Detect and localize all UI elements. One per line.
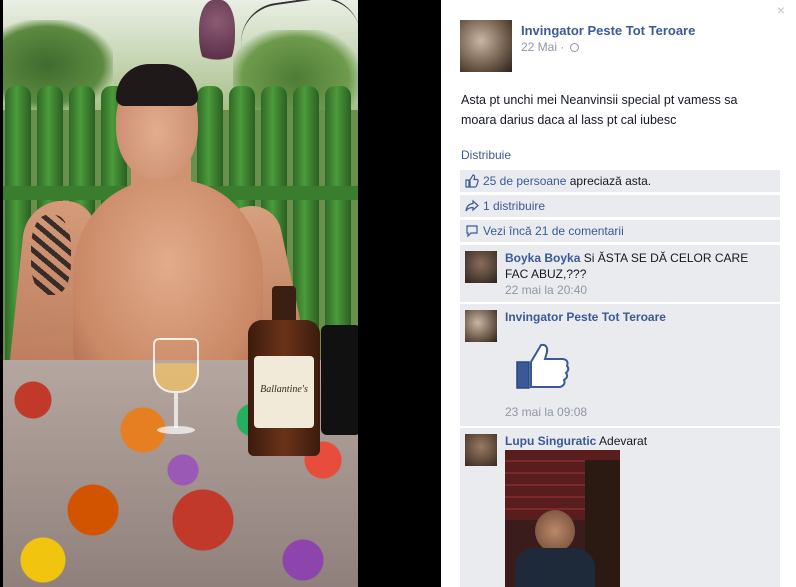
close-icon[interactable]: ×: [774, 3, 788, 17]
author-avatar[interactable]: [460, 20, 512, 72]
commenter-avatar[interactable]: [465, 434, 497, 466]
commenter-avatar[interactable]: [465, 310, 497, 342]
thumbs-up-icon: [465, 174, 479, 188]
post-photo[interactable]: Ballantine's: [3, 0, 358, 587]
share-arrow-icon: [465, 199, 479, 212]
post-panel: Invingator Peste Tot Teroare 22 Mai · As…: [441, 0, 796, 587]
comment-body: Invingator Peste Tot Teroare: [505, 309, 773, 325]
post-meta: 22 Mai ·: [521, 40, 579, 54]
comment-body: Lupu Singuratic Adevarat: [505, 433, 773, 449]
commenter-avatar[interactable]: [465, 251, 497, 283]
commenter-name-link[interactable]: Boyka Boyka: [505, 251, 580, 265]
meta-separator: ·: [557, 40, 568, 54]
share-button[interactable]: Distribuie: [461, 148, 511, 162]
commenter-name-link[interactable]: Invingator Peste Tot Teroare: [505, 310, 666, 324]
comment-item: Invingator Peste Tot Teroare 23 mai la 0…: [460, 304, 780, 426]
like-sticker-icon: [516, 343, 570, 389]
commenter-name-link[interactable]: Lupu Singuratic: [505, 434, 596, 448]
author-name-link[interactable]: Invingator Peste Tot Teroare: [521, 23, 695, 38]
comment-text: Adevarat: [596, 434, 648, 448]
photo-glass: [153, 338, 199, 438]
post-header: Invingator Peste Tot Teroare 22 Mai ·: [460, 20, 780, 75]
comment-item: Lupu Singuratic Adevarat: [460, 428, 780, 587]
likes-text: 25 de persoane apreciază asta.: [483, 170, 651, 192]
comment-timestamp[interactable]: 22 mai la 20:40: [505, 283, 587, 297]
post-text: Asta pt unchi mei Neanvinsii special pt …: [461, 93, 738, 127]
likes-row: 25 de persoane apreciază asta.: [460, 170, 780, 192]
likes-suffix: apreciază asta.: [566, 174, 652, 188]
comment-bubble-icon: [466, 225, 478, 238]
photo-tattoo: [31, 215, 71, 295]
shares-row: 1 distribuire: [460, 195, 780, 217]
bottle-label: Ballantine's: [254, 356, 314, 428]
view-more-comments-link[interactable]: Vezi încă 21 de comentarii: [483, 220, 624, 242]
photo-grapes: [199, 0, 235, 72]
photo-bottle: Ballantine's: [248, 286, 320, 456]
photo-viewer-stage: Ballantine's: [0, 0, 440, 587]
post-date[interactable]: 22 Mai: [521, 40, 557, 54]
comment-body: Boyka Boyka Si ĂSTA SE DĂ CELOR CARE FAC…: [505, 250, 773, 282]
comment-item: Boyka Boyka Si ĂSTA SE DĂ CELOR CARE FAC…: [460, 245, 780, 302]
shares-count-link[interactable]: 1 distribuire: [483, 195, 545, 217]
more-comments-row: Vezi încă 21 de comentarii: [460, 220, 780, 242]
likes-count-link[interactable]: 25 de persoane: [483, 174, 566, 188]
comment-attached-photo[interactable]: [505, 450, 620, 587]
photo-bag: [321, 325, 358, 435]
globe-icon[interactable]: [569, 43, 579, 52]
comment-timestamp[interactable]: 23 mai la 09:08: [505, 405, 587, 419]
